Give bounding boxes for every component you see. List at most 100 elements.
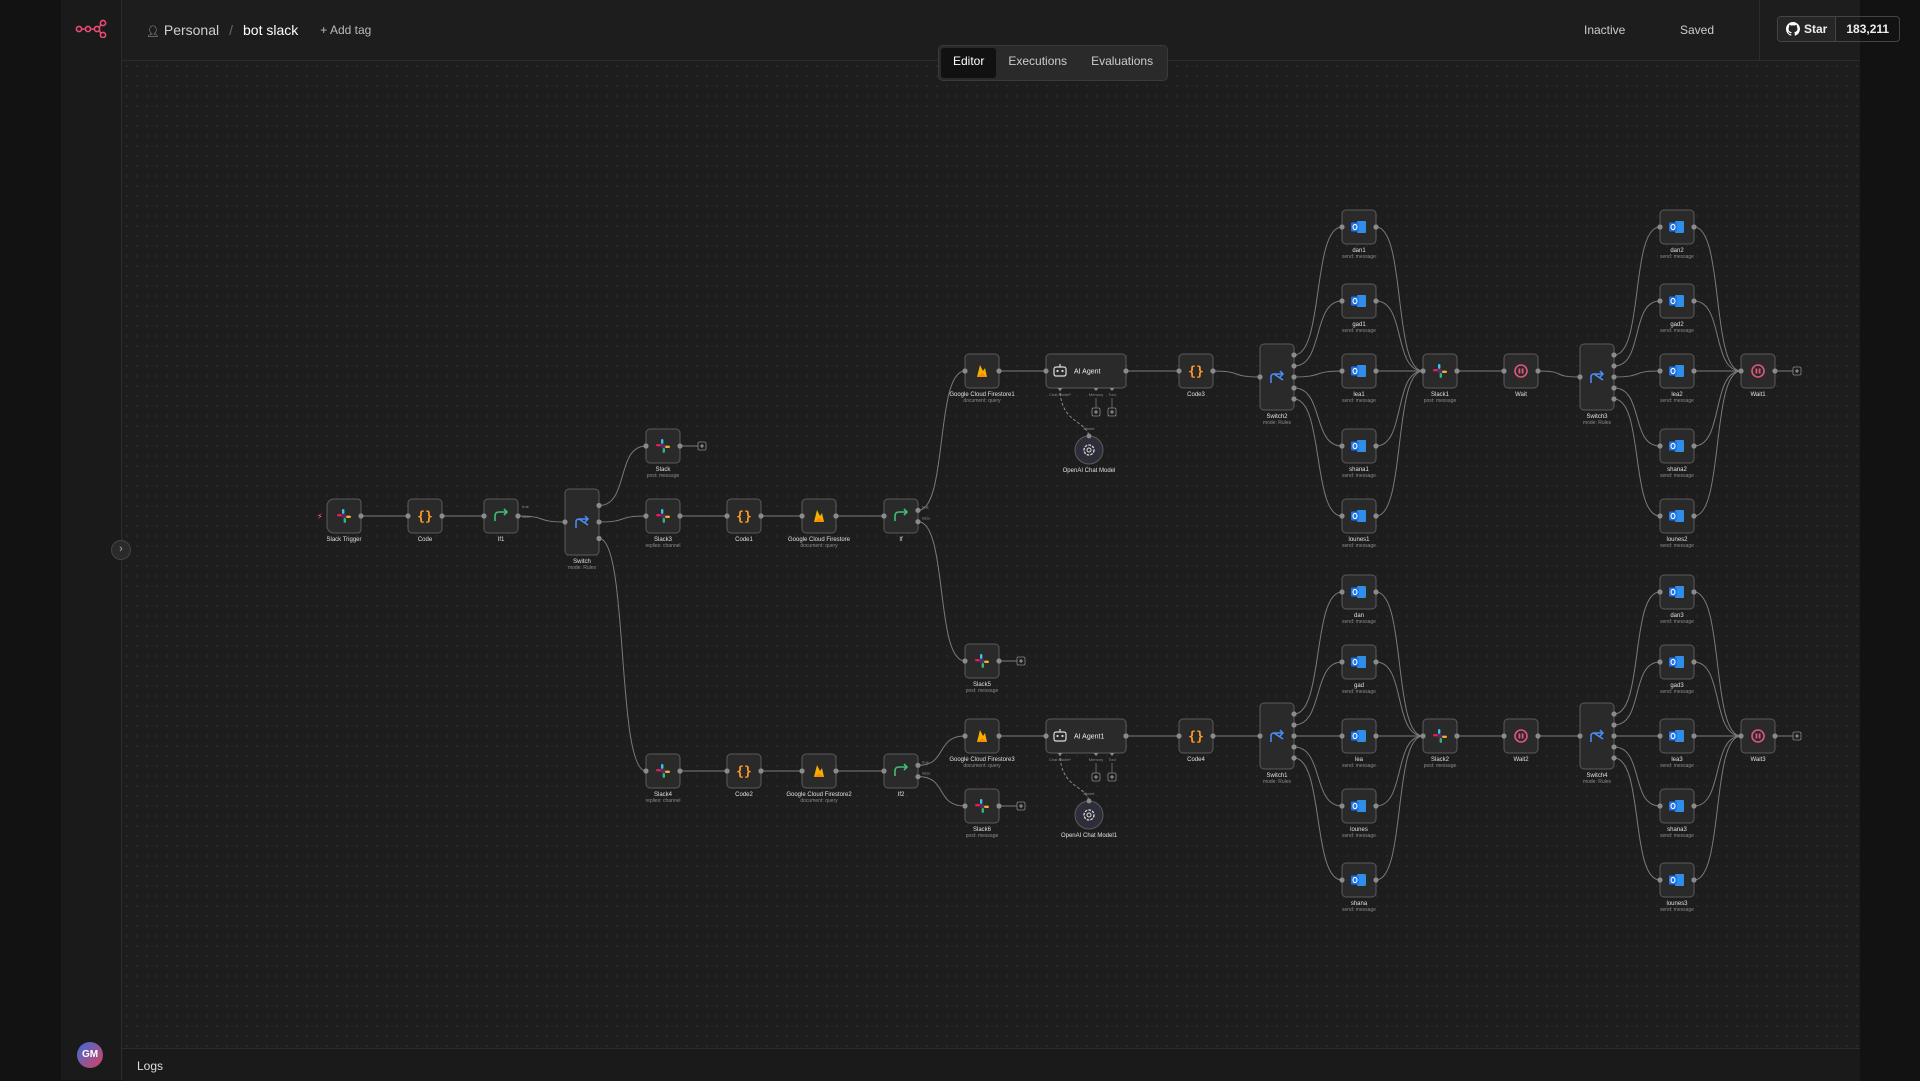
node-if1[interactable]: If1 true false: [481, 498, 531, 543]
node-gad3[interactable]: gad3send: message: [1657, 644, 1697, 695]
node-switch4[interactable]: Switch4mode: Rules: [1577, 702, 1617, 785]
node-port[interactable]: [1691, 659, 1697, 665]
node-dan2[interactable]: dan2send: message: [1657, 209, 1697, 260]
node-lounes1[interactable]: lounes1send: message: [1339, 498, 1379, 549]
add-subnode-button[interactable]: [1091, 772, 1101, 782]
node-port[interactable]: [962, 658, 968, 664]
node-slack[interactable]: Slackpost: message: [643, 428, 707, 479]
connection-shana3-to-wait3[interactable]: [1693, 735, 1742, 807]
connection-switch2-to-dan1[interactable]: [1293, 226, 1343, 356]
node-switch1[interactable]: Switch1mode: Rules: [1257, 702, 1297, 785]
connection-switch2-to-lea1[interactable]: [1293, 370, 1343, 378]
node-port[interactable]: [405, 513, 411, 519]
node-port[interactable]: [1657, 298, 1663, 304]
connection-gad-to-slack2[interactable]: [1375, 661, 1424, 737]
node-port[interactable]: [1043, 733, 1049, 739]
node-port[interactable]: [1657, 733, 1663, 739]
node-port[interactable]: [1535, 733, 1541, 739]
node-gad1[interactable]: gad1send: message: [1339, 283, 1379, 334]
node-port[interactable]: [1691, 368, 1697, 374]
connection-dan2-to-wait1[interactable]: [1693, 226, 1742, 372]
node-switch[interactable]: Switchmode: Rules: [562, 488, 602, 571]
node-lounes[interactable]: lounessend: message: [1339, 788, 1379, 839]
node-port[interactable]: [1772, 733, 1778, 739]
node-slack4[interactable]: Slack4replies: channel: [643, 753, 683, 804]
node-port[interactable]: [439, 513, 445, 519]
node-port[interactable]: [677, 513, 683, 519]
node-code3[interactable]: {} Code3: [1176, 353, 1216, 398]
node-port[interactable]: [1123, 733, 1129, 739]
connection-if-to-slack5[interactable]: [917, 521, 966, 662]
node-port[interactable]: [1339, 803, 1345, 809]
node-port[interactable]: [596, 502, 602, 509]
connection-switch2-to-gad1[interactable]: [1293, 300, 1343, 367]
node-port[interactable]: [1339, 224, 1345, 230]
node-port[interactable]: [1611, 733, 1617, 739]
node-slack3[interactable]: Slack3replies: channel: [643, 498, 683, 549]
node-switch3[interactable]: Switch3mode: Rules: [1577, 343, 1617, 426]
node-port[interactable]: [1339, 589, 1345, 595]
add-node-button[interactable]: [697, 441, 707, 451]
node-port[interactable]: [1454, 368, 1460, 374]
node-port[interactable]: [881, 513, 887, 519]
node-port[interactable]: [1373, 368, 1379, 374]
node-port[interactable]: [1611, 363, 1617, 369]
node-port[interactable]: [1176, 368, 1182, 374]
node-port[interactable]: [677, 443, 683, 449]
node-gad2[interactable]: gad2send: message: [1657, 283, 1697, 334]
node-port[interactable]: [1373, 803, 1379, 809]
node-code4[interactable]: {} Code4: [1176, 718, 1216, 763]
node-port[interactable]: [1373, 589, 1379, 595]
node-port[interactable]: [915, 774, 921, 780]
node-port[interactable]: [1257, 374, 1263, 380]
connection-code3-to-switch2[interactable]: [1212, 370, 1261, 378]
connection-switch4-to-shana3[interactable]: [1613, 746, 1661, 807]
node-port[interactable]: [833, 513, 839, 519]
connection-switch3-to-dan2[interactable]: [1613, 226, 1661, 356]
node-port[interactable]: [1454, 733, 1460, 739]
node-port[interactable]: [481, 513, 487, 519]
connection-shana2-to-wait1[interactable]: [1693, 370, 1742, 447]
node-port[interactable]: [724, 768, 730, 774]
tab-editor[interactable]: Editor: [941, 48, 997, 78]
agent-input-handle[interactable]: [1109, 753, 1115, 756]
node-port[interactable]: [833, 768, 839, 774]
add-node-button[interactable]: [1016, 656, 1026, 666]
connection-lounes-to-slack2[interactable]: [1375, 735, 1424, 807]
node-port[interactable]: [1738, 368, 1744, 374]
connection-switch2-to-shana1[interactable]: [1293, 387, 1343, 447]
node-port[interactable]: [1657, 513, 1663, 519]
node-google-cloud-firestore[interactable]: Google Cloud Firestoredocument: query: [788, 498, 851, 549]
node-port[interactable]: [1086, 798, 1092, 804]
node-port[interactable]: [1373, 877, 1379, 883]
node-port[interactable]: [799, 768, 805, 774]
connection-gad3-to-wait3[interactable]: [1693, 661, 1742, 737]
node-port[interactable]: [1501, 368, 1507, 374]
node-lea[interactable]: leasend: message: [1339, 718, 1379, 769]
node-port[interactable]: [1611, 352, 1617, 358]
node-port[interactable]: [1257, 733, 1263, 739]
node-port[interactable]: [1373, 659, 1379, 665]
node-port[interactable]: [915, 519, 921, 525]
node-port[interactable]: [596, 535, 602, 542]
add-subnode-button[interactable]: [1107, 772, 1117, 782]
node-port[interactable]: [996, 658, 1002, 664]
connection-switch1-to-lounes[interactable]: [1293, 746, 1343, 807]
node-port[interactable]: [1657, 368, 1663, 374]
node-port[interactable]: [1691, 803, 1697, 809]
expand-sidebar-button[interactable]: ›: [111, 540, 131, 560]
node-port[interactable]: [1738, 733, 1744, 739]
node-google-cloud-firestore1[interactable]: Google Cloud Firestore1document: query: [949, 353, 1015, 404]
node-wait2[interactable]: Wait2: [1501, 718, 1541, 763]
n8n-logo-icon[interactable]: [75, 18, 107, 38]
node-port[interactable]: [962, 733, 968, 739]
node-port[interactable]: [1611, 711, 1617, 717]
node-wait[interactable]: Wait: [1501, 353, 1541, 398]
node-port[interactable]: [1657, 589, 1663, 595]
connection-lounes1-to-slack1[interactable]: [1375, 370, 1424, 517]
node-port[interactable]: [1420, 733, 1426, 739]
node-port[interactable]: [1772, 368, 1778, 374]
node-port[interactable]: [1611, 374, 1617, 380]
node-port[interactable]: [1339, 733, 1345, 739]
node-port[interactable]: [1657, 877, 1663, 883]
